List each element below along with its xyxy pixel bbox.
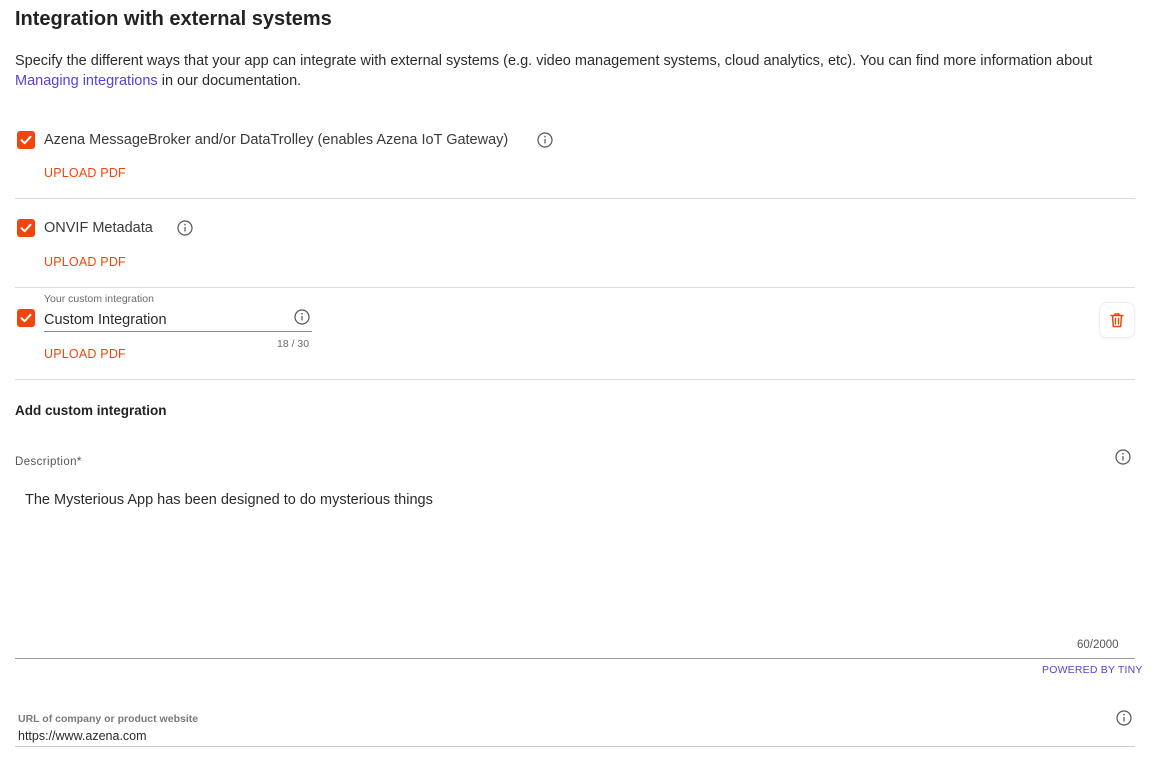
info-icon[interactable] (537, 132, 553, 148)
info-icon[interactable] (1115, 449, 1131, 465)
upload-pdf-button[interactable]: UPLOAD PDF (44, 347, 126, 361)
onvif-metadata-checkbox[interactable] (17, 219, 35, 237)
website-url-input[interactable] (18, 729, 1108, 743)
website-url-label: URL of company or product website (18, 713, 199, 725)
custom-integration-field-label: Your custom integration (44, 293, 154, 305)
intro-text-end: in our documentation. (157, 73, 302, 89)
section-title: Integration with external systems (15, 8, 332, 30)
delete-custom-integration-button[interactable] (1099, 302, 1135, 338)
check-icon (20, 135, 32, 145)
divider (15, 379, 1135, 380)
description-char-count: 60/2000 (1077, 639, 1119, 651)
custom-integration-char-count: 18 / 30 (277, 338, 310, 350)
info-icon[interactable] (294, 309, 310, 325)
upload-pdf-button[interactable]: UPLOAD PDF (44, 255, 126, 269)
intro-text: Specify the different ways that your app… (15, 53, 1093, 69)
description-underline (15, 658, 1135, 659)
website-url-underline (15, 746, 1135, 747)
check-icon (20, 223, 32, 233)
onvif-metadata-label: ONVIF Metadata (44, 220, 153, 236)
azena-messagebroker-checkbox[interactable] (17, 131, 35, 149)
azena-messagebroker-label: Azena MessageBroker and/or DataTrolley (… (44, 132, 509, 148)
managing-integrations-link[interactable]: Managing integrations (15, 73, 158, 89)
divider (15, 287, 1135, 288)
powered-by-tiny-link[interactable]: POWERED BY TINY (1042, 664, 1143, 676)
divider (15, 198, 1135, 199)
trash-icon (1110, 313, 1124, 328)
custom-integration-input[interactable] (44, 308, 312, 332)
description-label: Description* (15, 456, 82, 468)
custom-integration-checkbox[interactable] (17, 309, 35, 327)
section-intro: Specify the different ways that your app… (15, 51, 1125, 91)
add-custom-integration-button[interactable]: Add custom integration (15, 403, 167, 418)
upload-pdf-button[interactable]: UPLOAD PDF (44, 166, 126, 180)
info-icon[interactable] (1116, 710, 1132, 726)
description-editor[interactable]: The Mysterious App has been designed to … (25, 492, 433, 508)
info-icon[interactable] (177, 220, 193, 236)
check-icon (20, 313, 32, 323)
